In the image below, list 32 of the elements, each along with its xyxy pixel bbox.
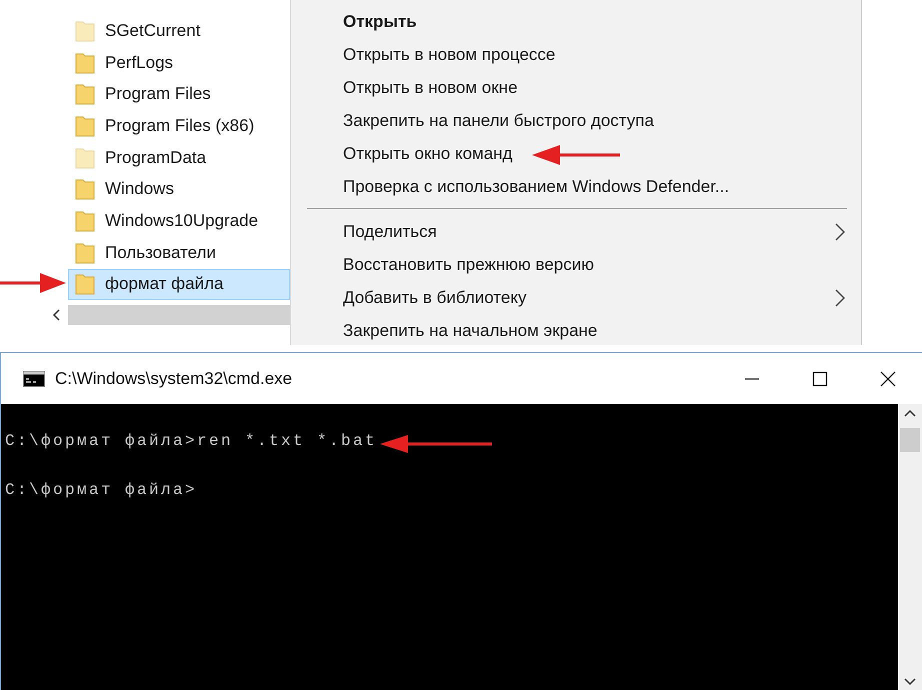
- chevron-icon: [833, 286, 847, 308]
- window-title: C:\Windows\system32\cmd.exe: [55, 368, 294, 388]
- folder-item[interactable]: PerfLogs: [68, 46, 290, 78]
- scroll-thumb[interactable]: [900, 428, 920, 452]
- folder-item[interactable]: ProgramData: [68, 142, 290, 174]
- chevron-icon: [833, 220, 847, 242]
- horizontal-scrollbar[interactable]: [68, 305, 290, 326]
- console-icon: [23, 370, 45, 386]
- folder-item[interactable]: Program Files (x86): [68, 110, 290, 142]
- menu-item[interactable]: Добавить в библиотеку: [307, 281, 847, 314]
- menu-item[interactable]: Открыть в новом процессе: [307, 38, 847, 71]
- minimize-icon: [744, 378, 760, 380]
- folder-item[interactable]: Program Files: [68, 78, 290, 110]
- vertical-scrollbar[interactable]: [898, 404, 922, 690]
- menu-item[interactable]: Поделиться: [307, 215, 847, 248]
- folder-item[interactable]: Пользователи: [68, 236, 290, 268]
- menu-item[interactable]: Восстановить прежнюю версию: [307, 248, 847, 281]
- close-icon: [880, 370, 896, 386]
- console-line: C:\формат файла>ren *.txt *.bat: [5, 432, 378, 452]
- pointer-arrow: [0, 273, 66, 293]
- console-line: C:\формат файла>: [5, 481, 198, 501]
- folder-item[interactable]: Windows: [68, 173, 290, 206]
- menu-item[interactable]: Проверка с использованием Windows Defender...: [307, 170, 847, 203]
- menu-item[interactable]: Открыть окно команд: [307, 137, 847, 170]
- folder-item[interactable]: формат файла: [68, 268, 290, 300]
- menu-item[interactable]: Открыть: [307, 5, 847, 38]
- menu-item[interactable]: Закрепить на панели быстрого доступа: [307, 104, 847, 137]
- menu-item[interactable]: Закрепить на начальном экране: [307, 314, 847, 347]
- menu-item[interactable]: Открыть в новом окне: [307, 71, 847, 104]
- folder-item[interactable]: Windows10Upgrade: [68, 205, 290, 237]
- maximize-icon: [812, 370, 828, 386]
- folder-item[interactable]: SGetCurrent: [68, 15, 290, 47]
